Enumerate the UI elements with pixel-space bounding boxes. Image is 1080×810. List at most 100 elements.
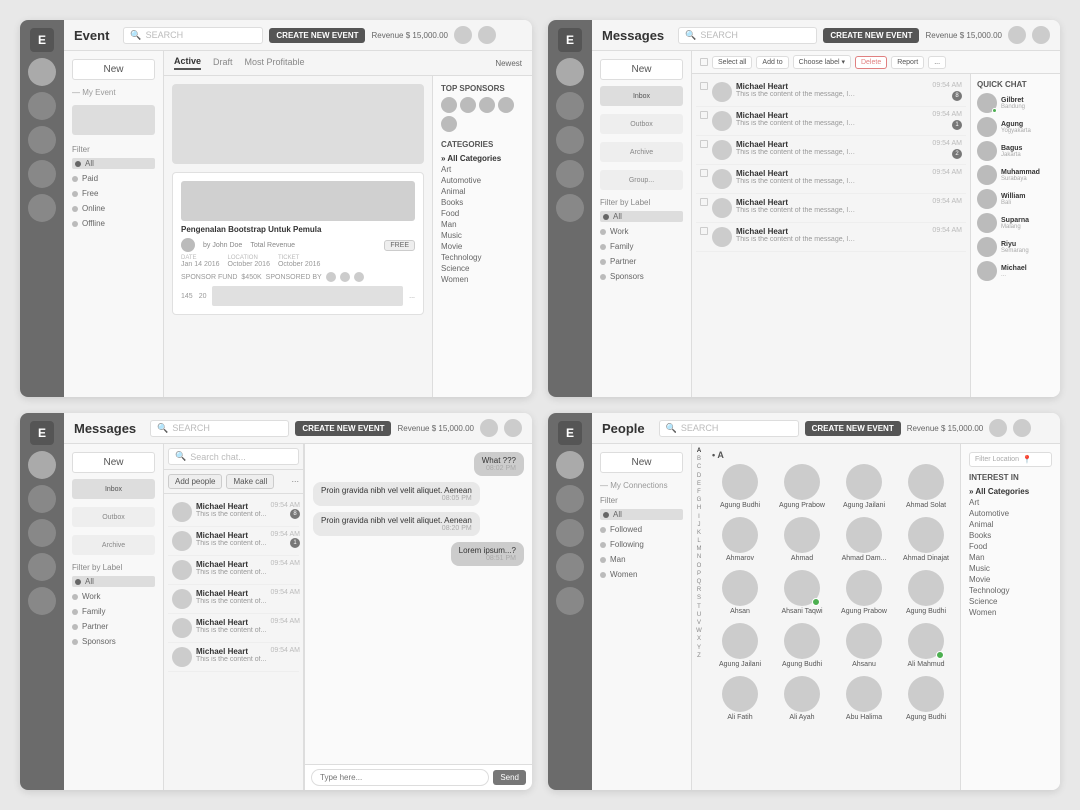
people-filter-man[interactable]: Man bbox=[600, 554, 683, 565]
event-search-box[interactable]: 🔍 SEARCH bbox=[123, 27, 263, 44]
msg-bot-item-6[interactable]: Michael Heart This is the content of... … bbox=[168, 643, 299, 672]
category-science[interactable]: Science bbox=[441, 263, 524, 274]
person-ahmad-dinajat[interactable]: Ahmad Dinajat bbox=[898, 517, 954, 562]
delete-btn[interactable]: Delete bbox=[855, 56, 887, 69]
message-item-3[interactable]: Michael Heart This is the content of the… bbox=[696, 136, 966, 165]
alpha-c[interactable]: C bbox=[697, 464, 701, 471]
event-card[interactable]: Pengenalan Bootstrap Untuk Pemula by Joh… bbox=[172, 172, 424, 315]
msg-bot-nav-4[interactable] bbox=[28, 553, 56, 581]
alpha-j[interactable]: J bbox=[698, 522, 701, 529]
alpha-p[interactable]: P bbox=[697, 571, 701, 578]
people-nav-1[interactable] bbox=[556, 451, 584, 479]
msg-filter-sponsors[interactable]: Sponsors bbox=[600, 271, 683, 282]
msg-checkbox-1[interactable] bbox=[700, 82, 708, 90]
msg-top-nav-4[interactable] bbox=[556, 160, 584, 188]
category-books[interactable]: Books bbox=[441, 197, 524, 208]
filter-all[interactable]: All bbox=[72, 158, 155, 169]
category-animal[interactable]: Animal bbox=[441, 186, 524, 197]
qc-item-7[interactable]: RiyuSemarang bbox=[977, 237, 1054, 257]
alpha-w[interactable]: W bbox=[696, 628, 702, 635]
person-ali-fatih[interactable]: Ali Fatih bbox=[712, 676, 768, 721]
people-filter-women[interactable]: Women bbox=[600, 569, 683, 580]
people-nav-2[interactable] bbox=[556, 485, 584, 513]
msg-bot-filter-all[interactable]: All bbox=[72, 576, 155, 587]
msg-bot-filter-family[interactable]: Family bbox=[72, 606, 155, 617]
alpha-u[interactable]: U bbox=[697, 612, 701, 619]
person-agung-jailani-2[interactable]: Agung Jailani bbox=[712, 623, 768, 668]
sidebar-nav-2[interactable] bbox=[28, 92, 56, 120]
tab-draft[interactable]: Draft bbox=[213, 57, 233, 69]
alpha-m[interactable]: M bbox=[697, 546, 702, 553]
msg-bot-new[interactable]: New bbox=[72, 452, 155, 473]
filter-paid[interactable]: Paid bbox=[72, 173, 155, 184]
msg-bot-create-button[interactable]: CREATE NEW EVENT bbox=[295, 421, 391, 436]
person-agung-budhi-3[interactable]: Agung Budhi bbox=[774, 623, 830, 668]
sidebar-nav-3[interactable] bbox=[28, 126, 56, 154]
person-ahmad-solat[interactable]: Ahmad Solat bbox=[898, 464, 954, 509]
sidebar-nav-4[interactable] bbox=[28, 160, 56, 188]
person-ahsan[interactable]: Ahsan bbox=[712, 570, 768, 615]
msg-new-button[interactable]: New bbox=[600, 59, 683, 80]
msg-checkbox-4[interactable] bbox=[700, 169, 708, 177]
msg-top-nav-3[interactable] bbox=[556, 126, 584, 154]
category-art[interactable]: Art bbox=[441, 164, 524, 175]
alpha-q[interactable]: Q bbox=[697, 579, 702, 586]
chat-search-input[interactable]: 🔍 Search chat... bbox=[168, 448, 299, 465]
people-filter-following[interactable]: Following bbox=[600, 539, 683, 550]
people-search-box[interactable]: 🔍 SEARCH bbox=[659, 420, 799, 437]
alpha-b[interactable]: B bbox=[697, 456, 701, 463]
alpha-a[interactable]: A bbox=[697, 448, 701, 455]
newest-sort[interactable]: Newest bbox=[495, 59, 522, 68]
messages-top-search[interactable]: 🔍 SEARCH bbox=[678, 27, 817, 44]
report-btn[interactable]: Report bbox=[891, 56, 924, 69]
msg-bottom-search[interactable]: 🔍 SEARCH bbox=[150, 420, 289, 437]
filter-location-box[interactable]: Filter Location 📍 bbox=[969, 452, 1052, 467]
alpha-r[interactable]: R bbox=[697, 587, 701, 594]
people-filter-followed[interactable]: Followed bbox=[600, 524, 683, 535]
choose-label-btn[interactable]: Choose label ▾ bbox=[793, 55, 851, 69]
select-all-btn[interactable]: Select all bbox=[712, 56, 752, 69]
msg-bot-item-2[interactable]: Michael Heart This is the content of... … bbox=[168, 527, 299, 556]
person-ali-ayah[interactable]: Ali Ayah bbox=[774, 676, 830, 721]
new-event-button[interactable]: New bbox=[72, 59, 155, 80]
user-avatar[interactable] bbox=[478, 26, 496, 44]
msg-bot-filter-partner[interactable]: Partner bbox=[72, 621, 155, 632]
person-ahsanu[interactable]: Ahsanu bbox=[836, 623, 892, 668]
interest-science[interactable]: Science bbox=[969, 596, 1052, 607]
qc-item-5[interactable]: WilliamBali bbox=[977, 189, 1054, 209]
notification-icon[interactable] bbox=[454, 26, 472, 44]
message-item-1[interactable]: Michael Heart This is the content of the… bbox=[696, 78, 966, 107]
person-ahmarov[interactable]: Ahmarov bbox=[712, 517, 768, 562]
msg-bot-filter-sponsors[interactable]: Sponsors bbox=[72, 636, 155, 647]
msg-bot-archive[interactable]: Archive bbox=[72, 535, 155, 555]
category-technology[interactable]: Technology bbox=[441, 252, 524, 263]
msg-bot-filter-work[interactable]: Work bbox=[72, 591, 155, 602]
msg-bot-item-1[interactable]: Michael Heart This is the content of... … bbox=[168, 498, 299, 527]
alpha-y[interactable]: Y bbox=[697, 645, 701, 652]
message-item-6[interactable]: Michael Heart This is the content of the… bbox=[696, 223, 966, 252]
more-dots[interactable]: ... bbox=[409, 293, 415, 300]
msg-filter-all[interactable]: All bbox=[600, 211, 683, 222]
msg-checkbox-5[interactable] bbox=[700, 198, 708, 206]
person-ali-mahmud[interactable]: Ali Mahmud bbox=[898, 623, 954, 668]
msg-create-button[interactable]: CREATE NEW EVENT bbox=[823, 28, 919, 43]
people-nav-5[interactable] bbox=[556, 587, 584, 615]
msg-bot-notification[interactable] bbox=[480, 419, 498, 437]
interest-man[interactable]: Man bbox=[969, 552, 1052, 563]
interest-movie[interactable]: Movie bbox=[969, 574, 1052, 585]
people-nav-4[interactable] bbox=[556, 553, 584, 581]
people-avatar-icon[interactable] bbox=[1013, 419, 1031, 437]
interest-art[interactable]: Art bbox=[969, 497, 1052, 508]
alpha-i[interactable]: I bbox=[698, 514, 700, 521]
add-people-btn[interactable]: Add people bbox=[168, 474, 222, 489]
interest-food[interactable]: Food bbox=[969, 541, 1052, 552]
msg-user-avatar[interactable] bbox=[1032, 26, 1050, 44]
message-item-2[interactable]: Michael Heart This is the content of the… bbox=[696, 107, 966, 136]
msg-bot-item-5[interactable]: Michael Heart This is the content of... … bbox=[168, 614, 299, 643]
alpha-k[interactable]: K bbox=[697, 530, 701, 537]
select-all-checkbox[interactable] bbox=[700, 58, 708, 66]
filter-free[interactable]: Free bbox=[72, 188, 155, 199]
alpha-n[interactable]: N bbox=[697, 554, 701, 561]
msg-filter-partner[interactable]: Partner bbox=[600, 256, 683, 267]
category-automotive[interactable]: Automotive bbox=[441, 175, 524, 186]
